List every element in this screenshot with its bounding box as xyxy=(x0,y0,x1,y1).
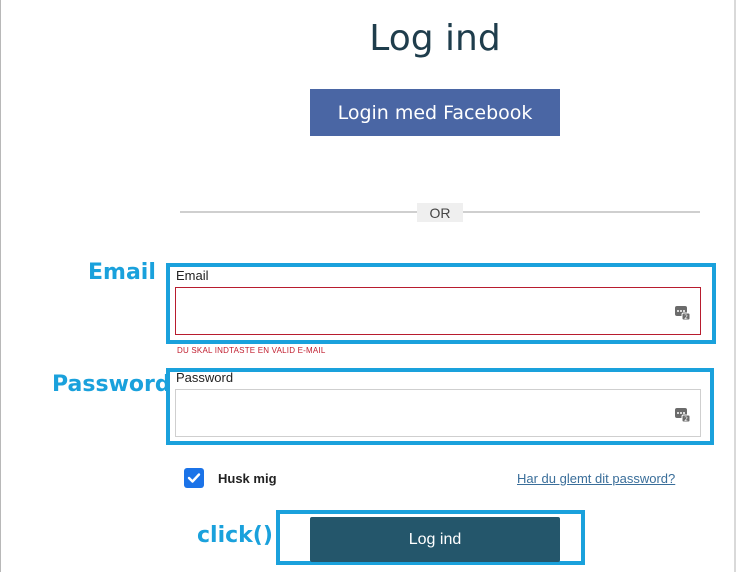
password-manager-icon[interactable]: 2 xyxy=(674,406,690,422)
remember-me-checkbox[interactable] xyxy=(184,468,204,488)
remember-me-label: Husk mig xyxy=(218,471,277,486)
svg-text:2: 2 xyxy=(684,314,688,320)
email-error-text: DU SKAL INDTASTE EN VALID E-MAIL xyxy=(177,346,326,355)
email-field[interactable] xyxy=(176,288,668,334)
annotation-click: click() xyxy=(197,523,273,548)
password-field[interactable] xyxy=(176,390,668,436)
password-field-wrapper: 2 xyxy=(175,389,701,437)
checkmark-icon xyxy=(187,473,201,483)
annotation-password: Password xyxy=(52,372,171,397)
email-field-wrapper: 2 xyxy=(175,287,701,335)
password-label: Password xyxy=(176,370,234,385)
forgot-password-link[interactable]: Har du glemt dit password? xyxy=(517,471,675,486)
page-title: Log ind xyxy=(369,18,501,59)
facebook-login-button[interactable]: Login med Facebook xyxy=(310,89,560,136)
password-manager-icon[interactable]: 2 xyxy=(674,304,690,320)
login-submit-button[interactable]: Log ind xyxy=(310,517,560,562)
annotation-email: Email xyxy=(88,260,156,285)
email-label: Email xyxy=(176,268,209,283)
svg-text:2: 2 xyxy=(684,416,688,422)
left-edge-line xyxy=(0,0,1,572)
or-label: OR xyxy=(417,203,463,222)
